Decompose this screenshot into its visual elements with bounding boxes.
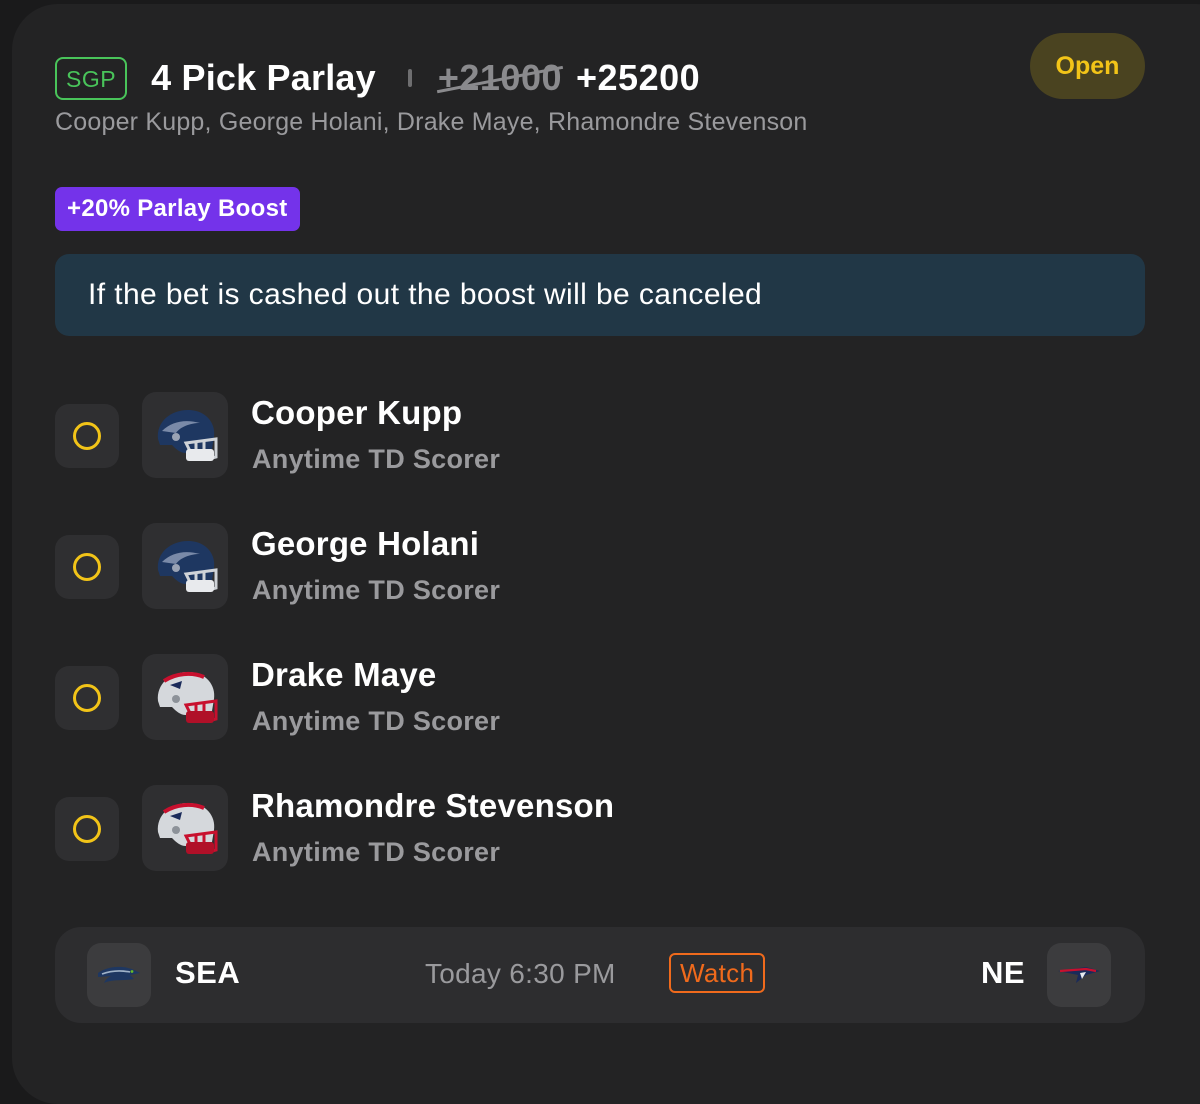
patriots-helmet-icon: [142, 654, 228, 740]
bet-header: SGP 4 Pick Parlay +21000 +25200: [55, 52, 700, 104]
pick-market: Anytime TD Scorer: [252, 575, 501, 605]
pick-player-name: Drake Maye: [251, 656, 437, 693]
pick-market: Anytime TD Scorer: [252, 837, 501, 867]
game-time: Today 6:30 PM: [425, 958, 616, 989]
parlay-bet-card[interactable]: SGP 4 Pick Parlay +21000 +25200 Open Coo…: [12, 4, 1200, 1104]
original-odds: +21000: [437, 57, 562, 98]
pick-market: Anytime TD Scorer: [252, 444, 501, 474]
players-summary: Cooper Kupp, George Holani, Drake Maye, …: [55, 108, 808, 136]
pending-ring-icon: [55, 666, 119, 730]
watch-button[interactable]: Watch: [669, 953, 766, 993]
game-info-bar[interactable]: SEA Today 6:30 PM Watch NE: [55, 927, 1145, 1023]
pick-player-name: Rhamondre Stevenson: [251, 787, 615, 824]
seahawks-helmet-icon: [142, 523, 228, 609]
pick-row[interactable]: Cooper Kupp Anytime TD Scorer: [55, 392, 1055, 502]
pick-player-name: Cooper Kupp: [251, 394, 463, 431]
pick-player-name: George Holani: [251, 525, 480, 562]
parlay-boost-badge: +20% Parlay Boost: [55, 187, 300, 231]
patriots-helmet-icon: [142, 785, 228, 871]
pending-ring-icon: [55, 797, 119, 861]
seahawks-helmet-icon: [142, 392, 228, 478]
bet-status-badge: Open: [1030, 33, 1145, 99]
boost-notice: If the bet is cashed out the boost will …: [55, 254, 1145, 336]
home-team-name: SEA: [175, 955, 241, 990]
pending-ring-icon: [55, 404, 119, 468]
away-team-name: NE: [981, 955, 1026, 990]
seahawks-logo-icon: [87, 943, 151, 1007]
sgp-badge: SGP: [55, 56, 128, 100]
pick-market: Anytime TD Scorer: [252, 706, 501, 736]
bet-title: 4 Pick Parlay: [151, 57, 376, 98]
boosted-odds: +25200: [576, 57, 701, 98]
patriots-logo-icon: [1047, 943, 1111, 1007]
boost-notice-text: If the bet is cashed out the boost will …: [88, 278, 763, 311]
pick-row[interactable]: Rhamondre Stevenson Anytime TD Scorer: [55, 785, 1055, 895]
pick-row[interactable]: George Holani Anytime TD Scorer: [55, 523, 1055, 633]
header-divider: [407, 69, 412, 87]
pick-row[interactable]: Drake Maye Anytime TD Scorer: [55, 654, 1055, 764]
pending-ring-icon: [55, 535, 119, 599]
